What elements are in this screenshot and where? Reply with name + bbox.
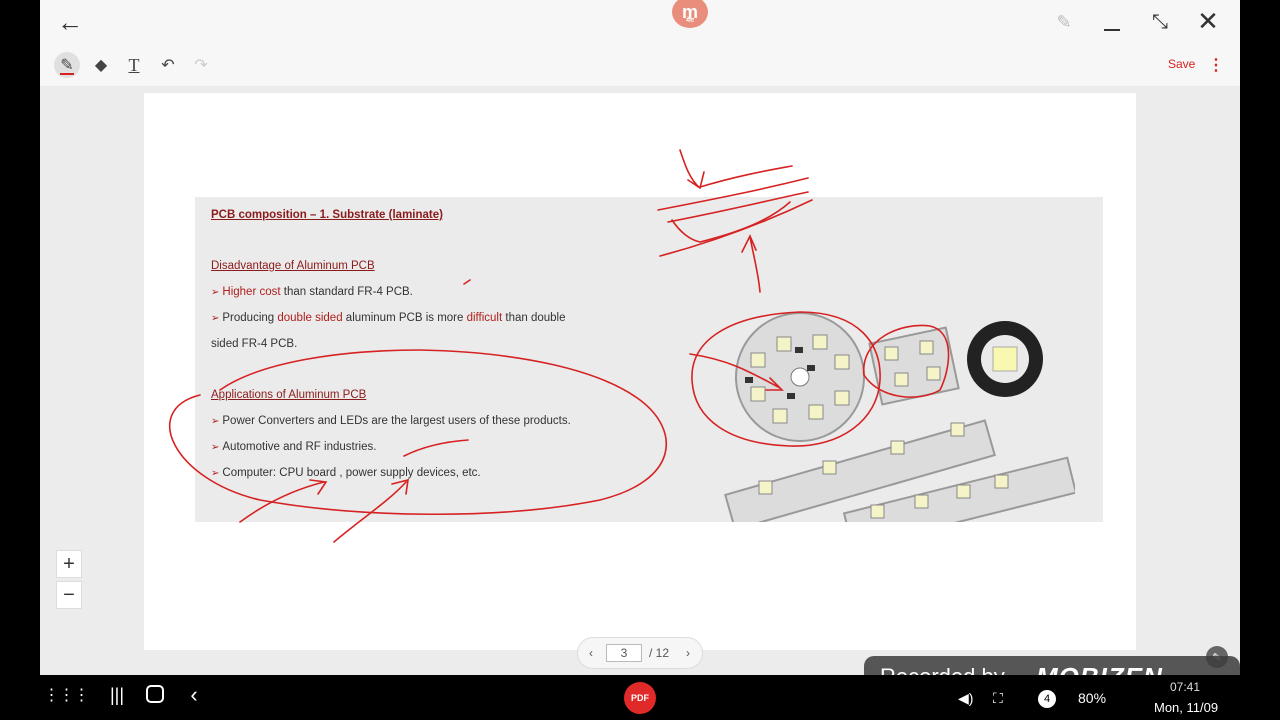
undo-icon[interactable]: ↶ bbox=[155, 52, 181, 78]
text-segment: Producing bbox=[222, 312, 278, 324]
redo-icon[interactable]: ↷ bbox=[188, 52, 214, 78]
network-icon: 4 bbox=[1038, 690, 1056, 708]
text-segment: than double bbox=[502, 312, 566, 324]
recent-apps-icon[interactable]: ||| bbox=[106, 685, 128, 706]
home-icon[interactable] bbox=[144, 685, 166, 703]
disadvantage-item-2-cont: sided FR-4 PCB. bbox=[211, 338, 298, 350]
slide-content: PCB composition – 1. Substrate (laminate… bbox=[195, 197, 1103, 522]
application-item-2: ➢ Automotive and RF industries. bbox=[211, 441, 376, 453]
current-page-input[interactable]: 3 bbox=[606, 644, 642, 662]
applications-heading: Applications of Aluminum PCB bbox=[211, 389, 367, 401]
logo-subtext: मेरा bbox=[686, 18, 694, 24]
eraser-icon[interactable]: ◆ bbox=[88, 52, 114, 78]
slide-title: PCB composition – 1. Substrate (laminate… bbox=[211, 209, 443, 221]
disadvantage-item-1: ➢ Higher cost than standard FR-4 PCB. bbox=[211, 286, 413, 298]
battery-level: 80% bbox=[1078, 690, 1107, 706]
more-options-icon[interactable]: ⋮ bbox=[1208, 55, 1224, 75]
volume-icon[interactable]: ◀) bbox=[958, 690, 973, 707]
application-item-1: ➢ Power Converters and LEDs are the large… bbox=[211, 415, 571, 427]
highlight-text: difficult bbox=[466, 312, 503, 324]
highlight-text: double sided bbox=[277, 312, 343, 324]
text-segment: Computer: CPU board , power supply devic… bbox=[222, 467, 481, 479]
page-navigator: ‹ 3 / 12 › bbox=[577, 637, 703, 669]
text-segment: Automotive and RF industries. bbox=[222, 441, 377, 453]
screenshot-icon[interactable]: ⛶ bbox=[993, 690, 1003, 707]
minimize-icon[interactable] bbox=[1096, 8, 1128, 36]
clock: 07:41 bbox=[1170, 680, 1201, 694]
text-segment: than standard FR-4 PCB. bbox=[280, 286, 413, 298]
pin-icon[interactable]: ✎ bbox=[1048, 8, 1080, 36]
total-pages: / 12 bbox=[648, 646, 669, 660]
disadvantage-item-2: ➢ Producing double sided aluminum PCB is … bbox=[211, 312, 566, 324]
title-bar: ← m मेरा ✎ ⤡ ✕ bbox=[40, 0, 1240, 44]
app-logo: m मेरा bbox=[672, 0, 708, 28]
pdf-page: PCB composition – 1. Substrate (laminate… bbox=[144, 93, 1136, 650]
previous-page-icon[interactable]: ‹ bbox=[578, 646, 604, 660]
save-button[interactable]: Save bbox=[1168, 57, 1195, 71]
aluminum-pcb-image bbox=[724, 312, 1075, 522]
annotation-toolbar: ✎ ◆ T ↶ ↷ Save ⋮ bbox=[40, 44, 1240, 86]
application-item-3: ➢ Computer: CPU board , power supply devi… bbox=[211, 467, 481, 479]
text-tool-icon[interactable]: T bbox=[121, 52, 147, 78]
next-page-icon[interactable]: › bbox=[676, 646, 700, 660]
disadvantage-heading: Disadvantage of Aluminum PCB bbox=[211, 260, 375, 272]
bullet-arrow: ➢ bbox=[211, 442, 220, 453]
restore-icon[interactable]: ⤡ bbox=[1144, 8, 1176, 36]
date: Mon, 11/09 bbox=[1154, 700, 1219, 715]
close-icon[interactable]: ✕ bbox=[1192, 6, 1224, 36]
nav-back-icon[interactable]: ‹ bbox=[184, 682, 204, 708]
pen-icon[interactable]: ✎ bbox=[54, 52, 80, 78]
bullet-arrow: ➢ bbox=[211, 416, 220, 427]
screen: ← m मेरा ✎ ⤡ ✕ ✎ ◆ T ↶ ↷ Save ⋮ PCB comp… bbox=[0, 0, 1280, 720]
zoom-out-button[interactable]: − bbox=[56, 581, 82, 609]
text-segment: aluminum PCB is more bbox=[342, 312, 467, 324]
app-grid-icon[interactable]: ⋮⋮⋮ bbox=[44, 685, 90, 705]
pdf-app-icon[interactable]: PDF bbox=[624, 682, 656, 714]
pdf-viewer-window: ← m मेरा ✎ ⤡ ✕ ✎ ◆ T ↶ ↷ Save ⋮ PCB comp… bbox=[40, 0, 1240, 675]
zoom-in-button[interactable]: + bbox=[56, 550, 82, 578]
bullet-arrow: ➢ bbox=[211, 468, 220, 479]
back-arrow-icon[interactable]: ← bbox=[54, 7, 86, 37]
bullet-arrow: ➢ bbox=[211, 287, 220, 298]
highlight-text: Higher cost bbox=[222, 286, 281, 298]
text-segment: Power Converters and LEDs are the larges… bbox=[222, 415, 571, 427]
bullet-arrow: ➢ bbox=[211, 313, 220, 324]
